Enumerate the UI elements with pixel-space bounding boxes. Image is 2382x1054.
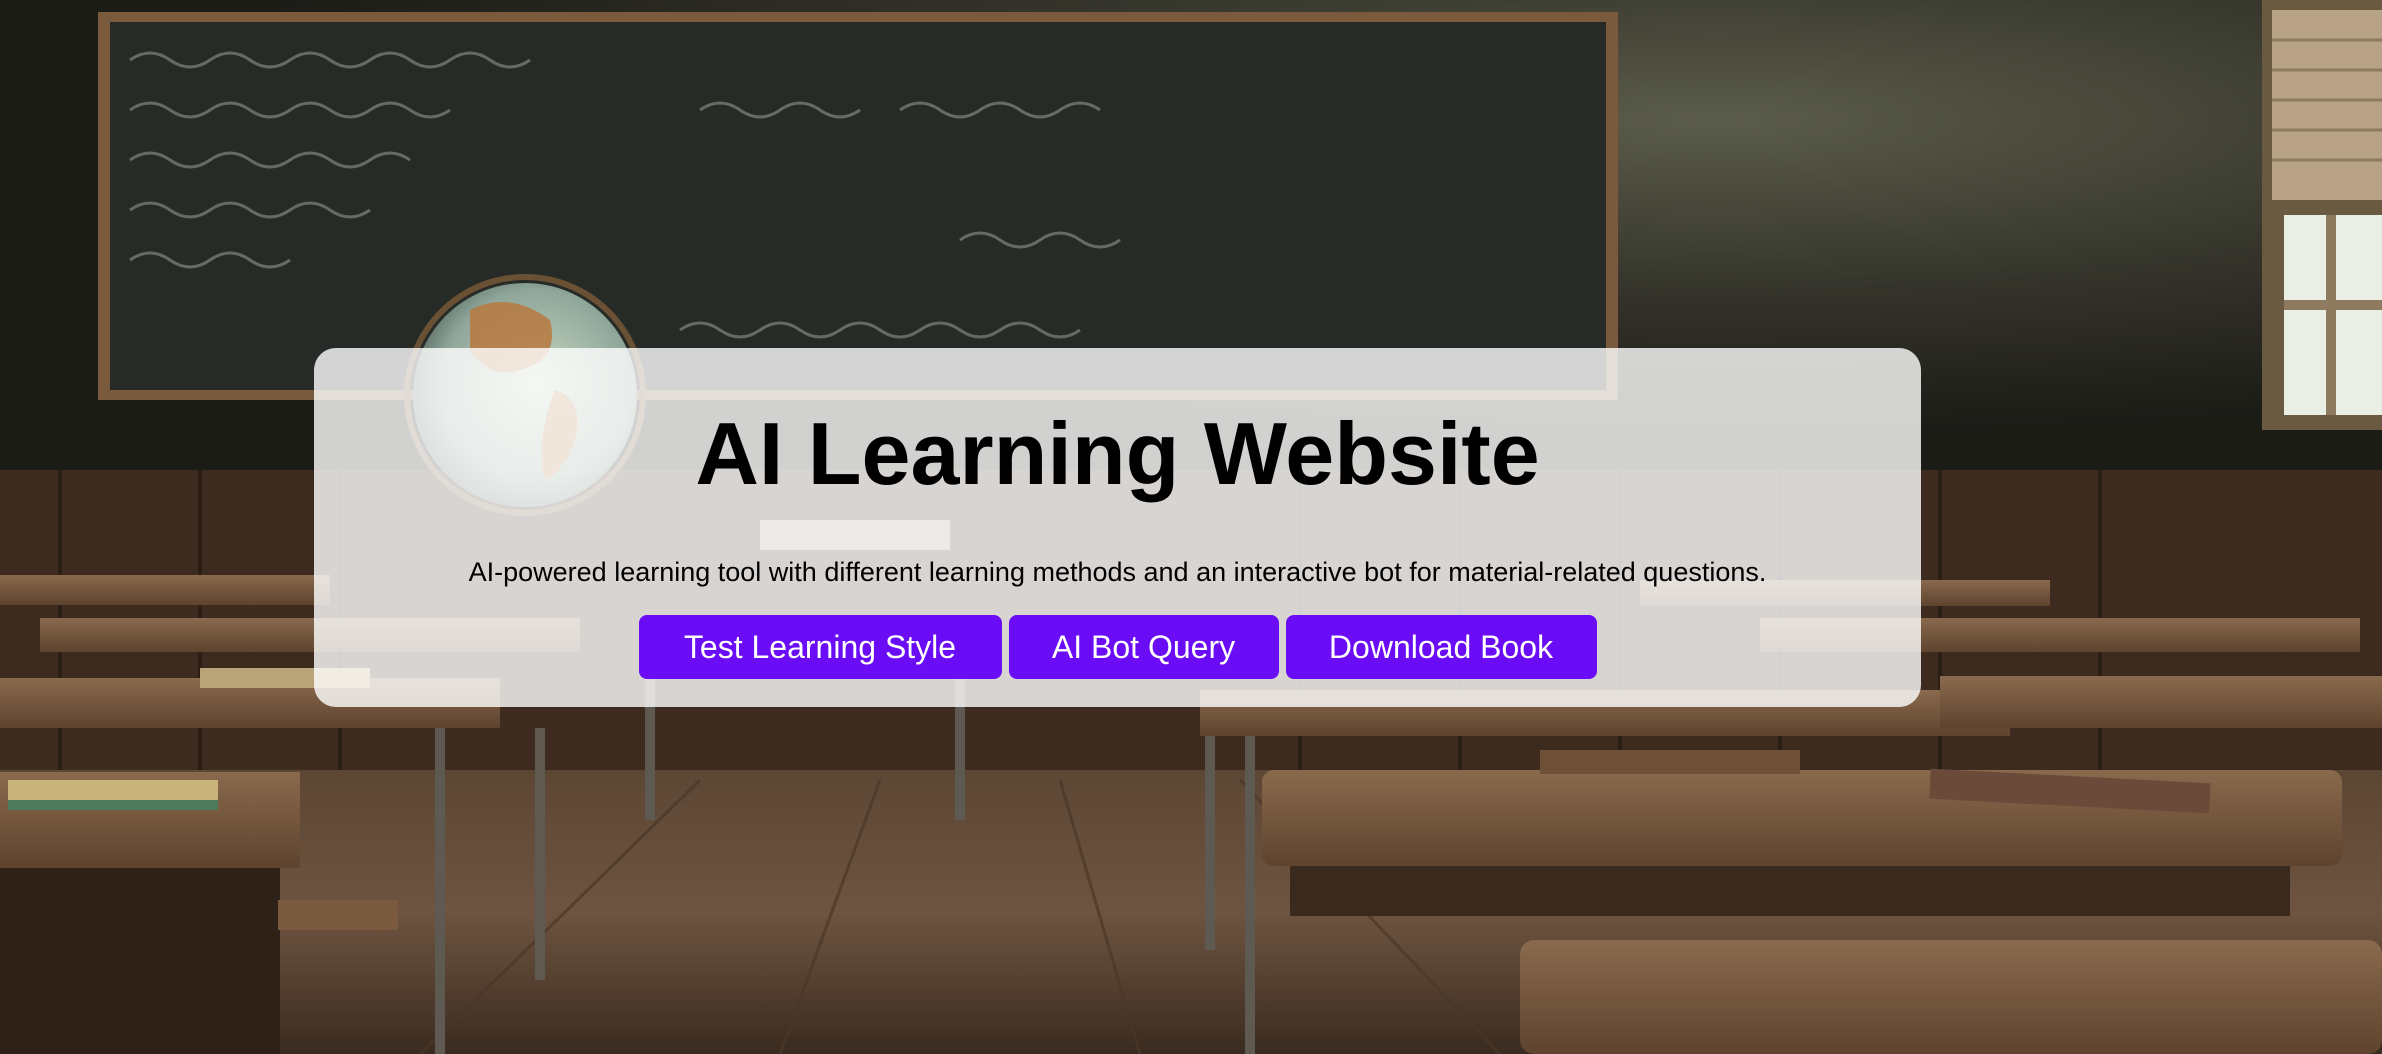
page-title: AI Learning Website	[695, 404, 1540, 503]
test-learning-style-button[interactable]: Test Learning Style	[638, 615, 1002, 679]
hero-description: AI-powered learning tool with different …	[468, 557, 1767, 587]
ai-bot-query-button[interactable]: AI Bot Query	[1008, 615, 1279, 679]
hero-button-group: Test Learning Style AI Bot Query Downloa…	[314, 615, 1921, 679]
landing-page: AI Learning Website AI-powered learning …	[0, 0, 2382, 1054]
hero-card: AI Learning Website AI-powered learning …	[314, 348, 1921, 707]
download-book-button[interactable]: Download Book	[1285, 615, 1597, 679]
